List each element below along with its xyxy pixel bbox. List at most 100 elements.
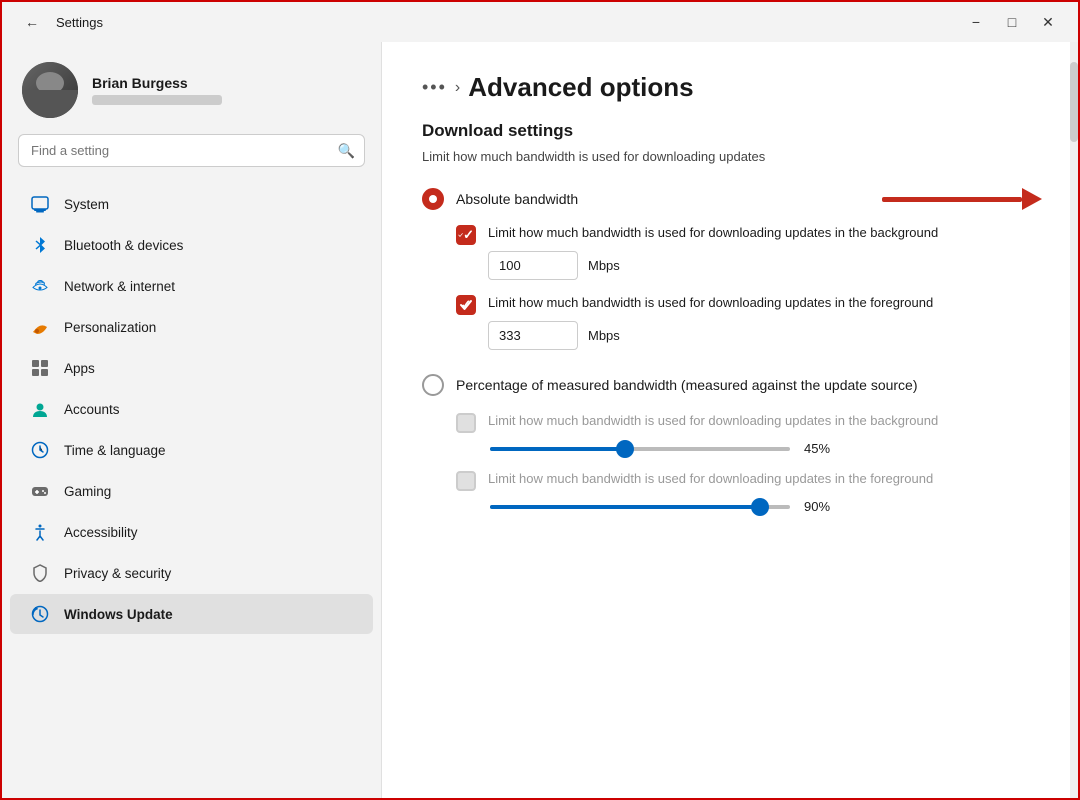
section-title: Download settings [422, 121, 1038, 141]
pct-background-option: Limit how much bandwidth is used for dow… [456, 412, 1038, 456]
time-icon [30, 440, 50, 460]
pct-foreground-checkbox [456, 471, 476, 491]
sidebar-item-privacy[interactable]: Privacy & security [10, 553, 373, 593]
sidebar-item-accessibility[interactable]: Accessibility [10, 512, 373, 552]
arrow-head [1022, 188, 1042, 210]
title-bar: ← Settings − □ ✕ [2, 2, 1078, 42]
privacy-icon [30, 563, 50, 583]
radio-absolute[interactable]: Absolute bandwidth [422, 182, 1038, 216]
section-desc: Limit how much bandwidth is used for dow… [422, 149, 1038, 164]
sidebar-item-network[interactable]: Network & internet [10, 266, 373, 306]
sidebar-label-accessibility: Accessibility [64, 525, 138, 540]
pct-foreground-slider-row: 90% [490, 499, 1038, 514]
title-bar-left: ← Settings [18, 8, 103, 36]
background-checkbox-label: Limit how much bandwidth is used for dow… [488, 224, 938, 242]
network-icon [30, 276, 50, 296]
sidebar-item-windows-update[interactable]: Windows Update [10, 594, 373, 634]
foreground-input-row: Mbps [488, 321, 1038, 350]
pct-foreground-row: Limit how much bandwidth is used for dow… [456, 470, 1038, 491]
pct-background-thumb[interactable] [616, 440, 634, 458]
background-option: Limit how much bandwidth is used for dow… [456, 224, 1038, 280]
window-controls: − □ ✕ [962, 8, 1062, 36]
sidebar-label-gaming: Gaming [64, 484, 111, 499]
sidebar-item-system[interactable]: System [10, 184, 373, 224]
breadcrumb-dots[interactable]: ••• [422, 77, 447, 98]
main-content: ••• › Advanced options Download settings… [382, 42, 1078, 798]
sidebar-item-accounts[interactable]: Accounts [10, 389, 373, 429]
pct-background-row: Limit how much bandwidth is used for dow… [456, 412, 1038, 433]
pct-foreground-value: 90% [804, 499, 840, 514]
pct-foreground-thumb[interactable] [751, 498, 769, 516]
close-button[interactable]: ✕ [1034, 8, 1062, 36]
sidebar-label-bluetooth: Bluetooth & devices [64, 238, 183, 253]
background-unit: Mbps [588, 258, 620, 273]
radio-percentage-label: Percentage of measured bandwidth (measur… [456, 377, 918, 393]
search-input[interactable] [18, 134, 365, 167]
sidebar-item-apps[interactable]: Apps [10, 348, 373, 388]
user-name: Brian Burgess [92, 75, 222, 91]
sidebar-item-bluetooth[interactable]: Bluetooth & devices [10, 225, 373, 265]
background-input-row: Mbps [488, 251, 1038, 280]
nav-list: System Bluetooth & devices [2, 179, 381, 798]
pct-background-fill [490, 447, 625, 451]
arrow-annotation [882, 188, 1042, 210]
sidebar-label-system: System [64, 197, 109, 212]
windows-update-icon [30, 604, 50, 624]
system-icon [30, 194, 50, 214]
pct-background-value: 45% [804, 441, 840, 456]
user-email [92, 95, 222, 105]
radio-percentage[interactable]: Percentage of measured bandwidth (measur… [422, 368, 1038, 402]
sidebar-label-privacy: Privacy & security [64, 566, 171, 581]
sidebar-label-windows-update: Windows Update [64, 607, 173, 622]
accounts-icon [30, 399, 50, 419]
pct-foreground-label: Limit how much bandwidth is used for dow… [488, 470, 933, 488]
sidebar-label-time: Time & language [64, 443, 166, 458]
sidebar-label-network: Network & internet [64, 279, 175, 294]
pct-foreground-option: Limit how much bandwidth is used for dow… [456, 470, 1038, 514]
scrollbar-thumb[interactable] [1070, 62, 1078, 142]
search-box: 🔍 [18, 134, 365, 167]
absolute-options: Limit how much bandwidth is used for dow… [456, 224, 1038, 350]
sidebar-item-time[interactable]: Time & language [10, 430, 373, 470]
sidebar-label-apps: Apps [64, 361, 95, 376]
radio-absolute-circle[interactable] [422, 188, 444, 210]
pct-background-label: Limit how much bandwidth is used for dow… [488, 412, 938, 430]
sidebar-label-accounts: Accounts [64, 402, 120, 417]
sidebar-item-personalization[interactable]: Personalization [10, 307, 373, 347]
app-title: Settings [56, 15, 103, 30]
sidebar: Brian Burgess 🔍 System [2, 42, 382, 798]
scrollbar[interactable] [1070, 42, 1078, 798]
avatar-image [22, 62, 78, 118]
accessibility-icon [30, 522, 50, 542]
foreground-checkbox-label: Limit how much bandwidth is used for dow… [488, 294, 933, 312]
pct-foreground-fill [490, 505, 760, 509]
maximize-button[interactable]: □ [998, 8, 1026, 36]
bluetooth-icon [30, 235, 50, 255]
background-checkbox-row: Limit how much bandwidth is used for dow… [456, 224, 1038, 245]
user-info: Brian Burgess [92, 75, 222, 105]
gaming-icon [30, 481, 50, 501]
back-button[interactable]: ← [18, 8, 46, 36]
pct-background-slider [490, 447, 790, 451]
app-body: Brian Burgess 🔍 System [2, 42, 1078, 798]
background-value-input[interactable] [488, 251, 578, 280]
sidebar-item-gaming[interactable]: Gaming [10, 471, 373, 511]
apps-icon [30, 358, 50, 378]
page-title: Advanced options [468, 72, 693, 103]
percentage-options: Limit how much bandwidth is used for dow… [456, 412, 1038, 514]
pct-foreground-slider [490, 505, 790, 509]
pct-background-checkbox [456, 413, 476, 433]
radio-absolute-label: Absolute bandwidth [456, 191, 578, 207]
minimize-button[interactable]: − [962, 8, 990, 36]
breadcrumb: ••• › Advanced options [422, 72, 1038, 103]
user-section: Brian Burgess [2, 42, 381, 134]
radio-percentage-circle[interactable] [422, 374, 444, 396]
foreground-option: Limit how much bandwidth is used for dow… [456, 294, 1038, 350]
foreground-checkbox[interactable] [456, 295, 476, 315]
foreground-unit: Mbps [588, 328, 620, 343]
sidebar-label-personalization: Personalization [64, 320, 156, 335]
breadcrumb-separator: › [455, 79, 460, 97]
background-checkbox[interactable] [456, 225, 476, 245]
foreground-value-input[interactable] [488, 321, 578, 350]
foreground-checkbox-row: Limit how much bandwidth is used for dow… [456, 294, 1038, 315]
